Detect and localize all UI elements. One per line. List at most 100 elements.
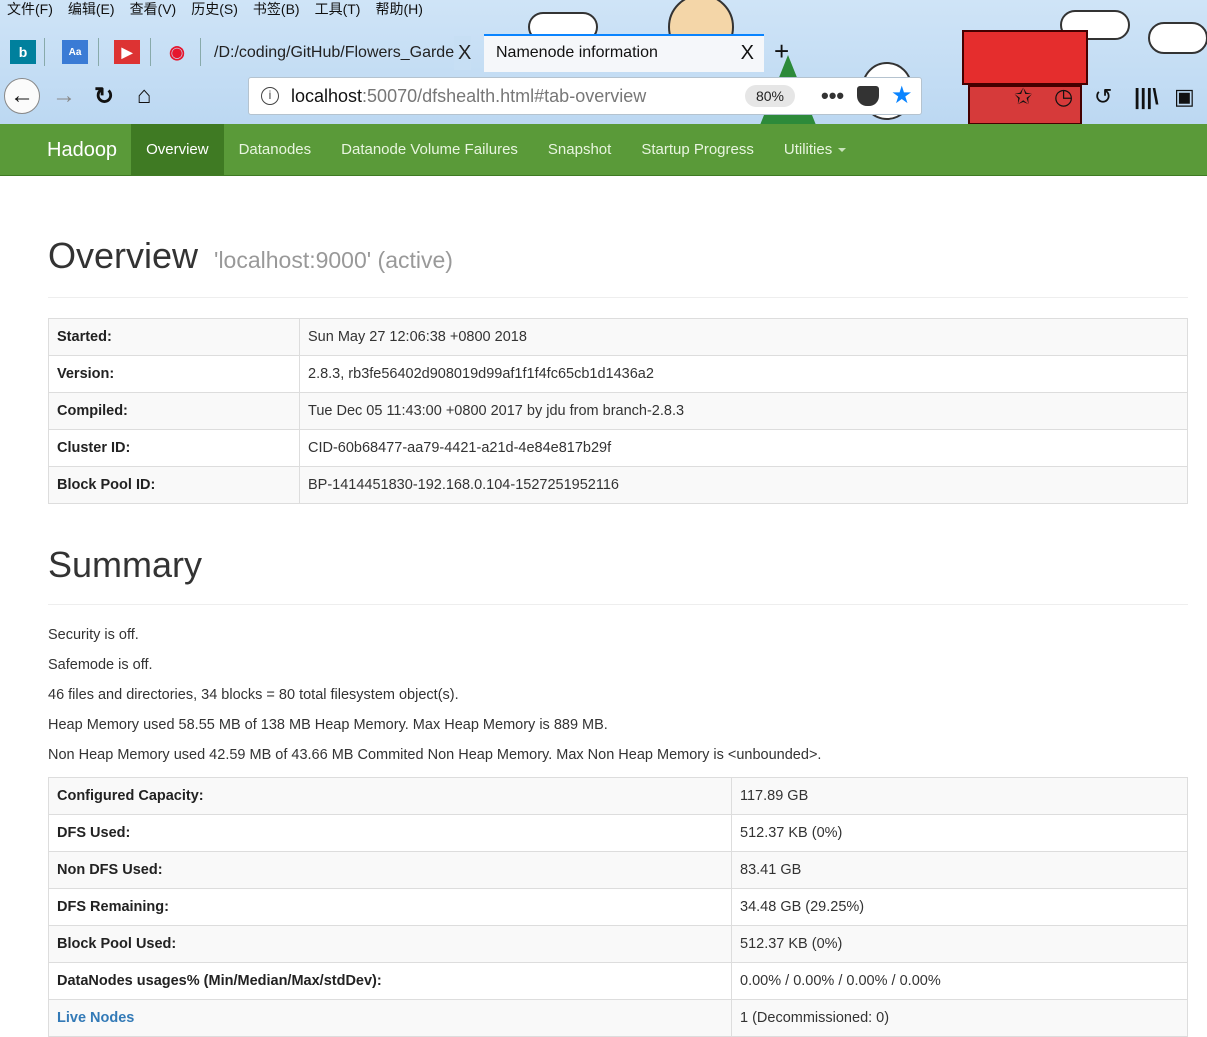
table-row: Non DFS Used: 83.41 GB [48, 851, 1188, 889]
sidebar-icon[interactable]: ▣ [1174, 84, 1195, 110]
hadoop-brand[interactable]: Hadoop [0, 124, 131, 175]
row-value: CID-60b68477-aa79-4421-a21d-4e84e817b29f [299, 429, 1188, 467]
nav-datanodes[interactable]: Datanodes [224, 124, 327, 175]
row-value: 2.8.3, rb3fe56402d908019d99af1f1f4fc65cb… [299, 355, 1188, 393]
table-row: Live Nodes 1 (Decommissioned: 0) [48, 999, 1188, 1037]
row-key: Block Pool Used: [48, 925, 732, 963]
table-row: Configured Capacity: 117.89 GB [48, 777, 1188, 815]
tab-divider [200, 38, 201, 66]
tab-file-title: /D:/coding/GitHub/Flowers_Garden [214, 44, 463, 61]
library-icon[interactable]: |||\ [1134, 84, 1159, 110]
info-icon[interactable]: i [261, 87, 279, 105]
url-host: localhost [291, 86, 363, 106]
nav-snapshot[interactable]: Snapshot [533, 124, 626, 175]
home-icon[interactable]: ⌂ [126, 78, 162, 114]
row-key: Configured Capacity: [48, 777, 732, 815]
page-subtitle: 'localhost:9000' (active) [214, 247, 453, 273]
reload-icon[interactable]: ↻ [86, 78, 122, 114]
weibo-icon[interactable]: ◉ [164, 40, 190, 64]
row-value: 117.89 GB [731, 777, 1188, 815]
tab-file[interactable]: /D:/coding/GitHub/Flowers_Garden X [206, 36, 476, 70]
video-icon[interactable]: ▶ [114, 40, 140, 64]
extension-icon[interactable]: ✩ [1014, 84, 1032, 110]
table-row: Compiled: Tue Dec 05 11:43:00 +0800 2017 … [48, 392, 1188, 430]
dictionary-icon[interactable]: Aa [62, 40, 88, 64]
overview-heading: Overview 'localhost:9000' (active) [48, 235, 1188, 298]
table-row: Cluster ID: CID-60b68477-aa79-4421-a21d-4… [48, 429, 1188, 467]
row-key: Compiled: [48, 392, 300, 430]
table-row: DFS Remaining: 34.48 GB (29.25%) [48, 888, 1188, 926]
table-row: Block Pool ID: BP-1414451830-192.168.0.10… [48, 466, 1188, 504]
row-key: Cluster ID: [48, 429, 300, 467]
new-tab-icon[interactable]: + [774, 34, 789, 68]
table-row: DFS Used: 512.37 KB (0%) [48, 814, 1188, 852]
pocket-icon[interactable] [857, 86, 879, 106]
row-value: 83.41 GB [731, 851, 1188, 889]
summary-heading: Summary [48, 544, 1188, 605]
tab-strip: b Aa ▶ ◉ /D:/coding/GitHub/Flowers_Garde… [0, 30, 1207, 72]
forward-arrow-icon[interactable]: → [46, 78, 82, 114]
zoom-level[interactable]: 80% [745, 85, 795, 107]
bing-icon[interactable]: b [10, 40, 36, 64]
menu-bookmarks[interactable]: 书签(B) [246, 0, 308, 20]
nav-utilities-label: Utilities [783, 141, 833, 158]
overview-table: Started: Sun May 27 12:06:38 +0800 2018 V… [48, 318, 1188, 504]
row-value: Sun May 27 12:06:38 +0800 2018 [299, 318, 1188, 356]
summary-messages: Security is off. Safemode is off. 46 fil… [48, 627, 1188, 777]
tab-divider [150, 38, 151, 66]
row-key: DataNodes usages% (Min/Median/Max/stdDev… [48, 962, 732, 1000]
nav-datanode-volume-failures[interactable]: Datanode Volume Failures [326, 124, 533, 175]
non-heap-memory: Non Heap Memory used 42.59 MB of 43.66 M… [48, 747, 822, 763]
menu-view[interactable]: 查看(V) [123, 0, 185, 20]
row-value: 512.37 KB (0%) [731, 814, 1188, 852]
row-value: 34.48 GB (29.25%) [731, 888, 1188, 926]
menu-edit[interactable]: 编辑(E) [61, 0, 123, 20]
row-value: Tue Dec 05 11:43:00 +0800 2017 by jdu fr… [299, 392, 1188, 430]
page-actions-icon[interactable]: ••• [821, 78, 844, 114]
tab-divider [98, 38, 99, 66]
hadoop-navbar: Hadoop Overview Datanodes Datanode Volum… [0, 124, 1207, 176]
bookmark-star-icon[interactable]: ★ [891, 78, 913, 114]
url-bar[interactable]: i localhost:50070/dfshealth.html#tab-ove… [248, 77, 922, 115]
clock-icon[interactable]: ◷ [1054, 84, 1073, 110]
row-value: 0.00% / 0.00% / 0.00% / 0.00% [731, 962, 1188, 1000]
row-key: Started: [48, 318, 300, 356]
nav-startup-progress[interactable]: Startup Progress [626, 124, 769, 175]
menu-bar: 文件(F) 编辑(E) 查看(V) 历史(S) 书签(B) 工具(T) 帮助(H… [0, 0, 431, 20]
row-key: DFS Used: [48, 814, 732, 852]
tab-title: Namenode information [496, 44, 658, 61]
nav-overview[interactable]: Overview [131, 124, 224, 175]
row-key: Non DFS Used: [48, 851, 732, 889]
close-icon[interactable]: X [454, 36, 472, 70]
heap-memory: Heap Memory used 58.55 MB of 138 MB Heap… [48, 717, 608, 733]
page-title: Overview [48, 235, 199, 276]
table-row: Started: Sun May 27 12:06:38 +0800 2018 [48, 318, 1188, 356]
summary-table: Configured Capacity: 117.89 GB DFS Used: 5… [48, 777, 1188, 1037]
url-path: :50070/dfshealth.html#tab-overview [362, 86, 647, 106]
table-row: Version: 2.8.3, rb3fe56402d908019d99af1f1… [48, 355, 1188, 393]
menu-file[interactable]: 文件(F) [0, 0, 61, 20]
main-content: Overview 'localhost:9000' (active) Start… [48, 176, 1188, 1037]
live-nodes-link[interactable]: Live Nodes [57, 1010, 134, 1026]
menu-history[interactable]: 历史(S) [184, 0, 246, 20]
browser-chrome: 文件(F) 编辑(E) 查看(V) 历史(S) 书签(B) 工具(T) 帮助(H… [0, 0, 1207, 124]
security-status: Security is off. [48, 627, 139, 643]
history-icon[interactable]: ↺ [1094, 84, 1112, 110]
tab-divider [44, 38, 45, 66]
table-row: DataNodes usages% (Min/Median/Max/stdDev… [48, 962, 1188, 1000]
nav-utilities-dropdown[interactable]: Utilities [769, 124, 861, 175]
menu-tools[interactable]: 工具(T) [308, 0, 369, 20]
row-value: 512.37 KB (0%) [731, 925, 1188, 963]
row-key: Version: [48, 355, 300, 393]
close-icon[interactable]: X [741, 36, 754, 70]
row-key: Block Pool ID: [48, 466, 300, 504]
tab-namenode-information[interactable]: Namenode information X [484, 34, 764, 72]
back-arrow-icon[interactable]: ← [4, 78, 40, 114]
caret-down-icon [838, 148, 847, 153]
menu-help[interactable]: 帮助(H) [368, 0, 430, 20]
navigation-toolbar: ← → ↻ ⌂ i localhost:50070/dfshealth.html… [0, 72, 1207, 122]
row-value: 1 (Decommissioned: 0) [731, 999, 1188, 1037]
table-row: Block Pool Used: 512.37 KB (0%) [48, 925, 1188, 963]
row-key: DFS Remaining: [48, 888, 732, 926]
row-value: BP-1414451830-192.168.0.104-152725195211… [299, 466, 1188, 504]
